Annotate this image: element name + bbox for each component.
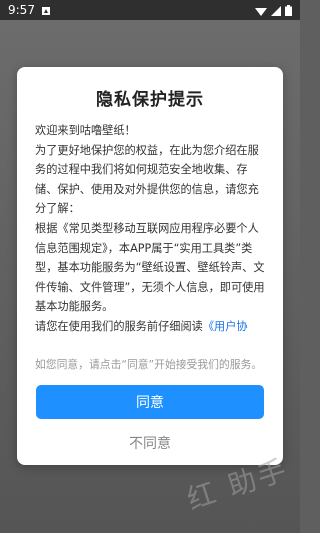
read-agreement-prefix: 请您在使用我们的服务前仔细阅读 xyxy=(35,319,203,333)
disagree-button[interactable]: 不同意 xyxy=(36,427,264,459)
status-right xyxy=(255,1,292,20)
status-left: 9:57 xyxy=(8,1,51,20)
intro-text: 为了更好地保护您的权益，在此为您介绍在服务的过程中我们将如何规范安全地收集、存储… xyxy=(35,143,259,216)
dialog-title: 隐私保护提示 xyxy=(96,90,204,110)
status-bar: 9:57 xyxy=(0,0,300,20)
user-agreement-link[interactable]: 《用户协 xyxy=(203,320,248,333)
status-time: 9:57 xyxy=(8,3,35,17)
welcome-text: 欢迎来到咕噜壁纸！ xyxy=(35,124,136,137)
read-agreement-text: 请您在使用我们的服务前仔细阅读《用户协 xyxy=(35,317,267,337)
notification-icon xyxy=(41,1,51,20)
regulation-text: 根据《常见类型移动互联网应用程序必要个人信息范围规定》，本APP属于“实用工具类… xyxy=(35,221,265,314)
agree-button[interactable]: 同意 xyxy=(36,385,264,419)
signal-icon xyxy=(271,1,281,20)
consent-hint: 如您同意，请点击“同意”开始接受我们的服务。 xyxy=(35,358,263,371)
wifi-icon xyxy=(255,1,267,20)
privacy-dialog: 隐私保护提示 欢迎来到咕噜壁纸！ 为了更好地保护您的权益，在此为您介绍在服务的过… xyxy=(17,67,283,465)
battery-icon xyxy=(285,1,292,20)
dialog-body: 欢迎来到咕噜壁纸！ 为了更好地保护您的权益，在此为您介绍在服务的过程中我们将如何… xyxy=(35,121,267,337)
